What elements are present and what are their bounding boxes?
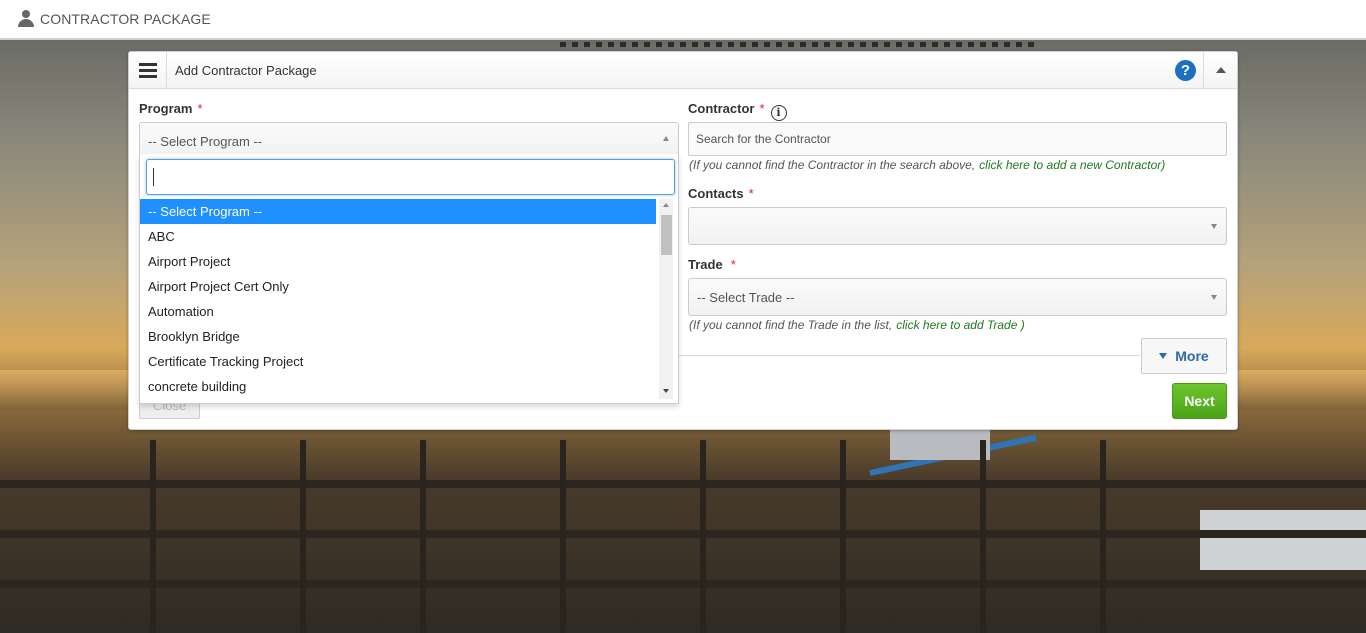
text-cursor xyxy=(153,168,154,186)
program-option[interactable]: ABC xyxy=(140,224,656,249)
program-dropdown: -- Select Program -- ABC Airport Project Ai… xyxy=(139,154,679,404)
panel-header: Add Contractor Package ? xyxy=(129,52,1237,89)
trade-select-value: -- Select Trade -- xyxy=(697,289,795,305)
contractor-search-placeholder: Search for the Contractor xyxy=(696,132,831,146)
scroll-thumb[interactable] xyxy=(661,215,672,255)
program-search-input[interactable] xyxy=(146,159,675,195)
next-button[interactable]: Next xyxy=(1172,383,1227,419)
panel-title: Add Contractor Package xyxy=(175,62,317,78)
collapse-button[interactable] xyxy=(1203,52,1237,88)
caret-down-icon xyxy=(1211,295,1217,300)
add-trade-link[interactable]: click here to add Trade ) xyxy=(896,318,1025,332)
collapse-up-icon xyxy=(1215,67,1226,73)
caret-down-icon xyxy=(1211,224,1217,229)
trade-hint: (If you cannot find the Trade in the lis… xyxy=(689,318,1025,332)
trade-select[interactable]: -- Select Trade -- xyxy=(688,278,1227,316)
program-option[interactable]: Certificate Tracking Project xyxy=(140,349,656,374)
more-button[interactable]: More xyxy=(1141,338,1227,374)
caret-up-icon xyxy=(663,136,669,141)
trade-label: Trade * xyxy=(688,257,736,272)
info-icon[interactable]: i xyxy=(770,105,787,121)
add-contractor-link[interactable]: click here to add a new Contractor) xyxy=(979,158,1165,172)
contractor-search-input[interactable]: Search for the Contractor xyxy=(688,122,1227,156)
program-option[interactable]: Brooklyn Bridge xyxy=(140,324,656,349)
contacts-select[interactable] xyxy=(688,207,1227,245)
user-icon xyxy=(17,10,35,28)
program-options-list: -- Select Program -- ABC Airport Project Ai… xyxy=(140,199,656,399)
top-header: CONTRACTOR PACKAGE xyxy=(0,0,1366,40)
program-option[interactable]: Airport Project Cert Only xyxy=(140,274,656,299)
contacts-label: Contacts * xyxy=(688,186,754,201)
program-option[interactable]: Airport Project xyxy=(140,249,656,274)
page-title: CONTRACTOR PACKAGE xyxy=(40,11,211,27)
program-select-value: -- Select Program -- xyxy=(148,133,263,149)
contractor-hint: (If you cannot find the Contractor in th… xyxy=(689,158,1166,172)
add-contractor-package-panel: Add Contractor Package ? Program * -- Sel… xyxy=(128,51,1238,430)
section-divider xyxy=(677,355,1140,356)
contractor-label: Contractor * i xyxy=(688,101,787,121)
chevron-down-icon xyxy=(1159,353,1168,359)
program-option[interactable]: Automation xyxy=(140,299,656,324)
dropdown-scrollbar[interactable] xyxy=(659,199,673,399)
program-option[interactable]: concrete building xyxy=(140,374,656,399)
scroll-down-icon[interactable] xyxy=(663,389,669,393)
more-button-label: More xyxy=(1175,348,1209,364)
help-icon[interactable]: ? xyxy=(1175,60,1196,81)
scroll-up-icon[interactable] xyxy=(663,203,669,207)
program-option[interactable]: -- Select Program -- xyxy=(140,199,656,224)
menu-icon[interactable] xyxy=(129,52,167,88)
program-label: Program * xyxy=(139,101,203,116)
